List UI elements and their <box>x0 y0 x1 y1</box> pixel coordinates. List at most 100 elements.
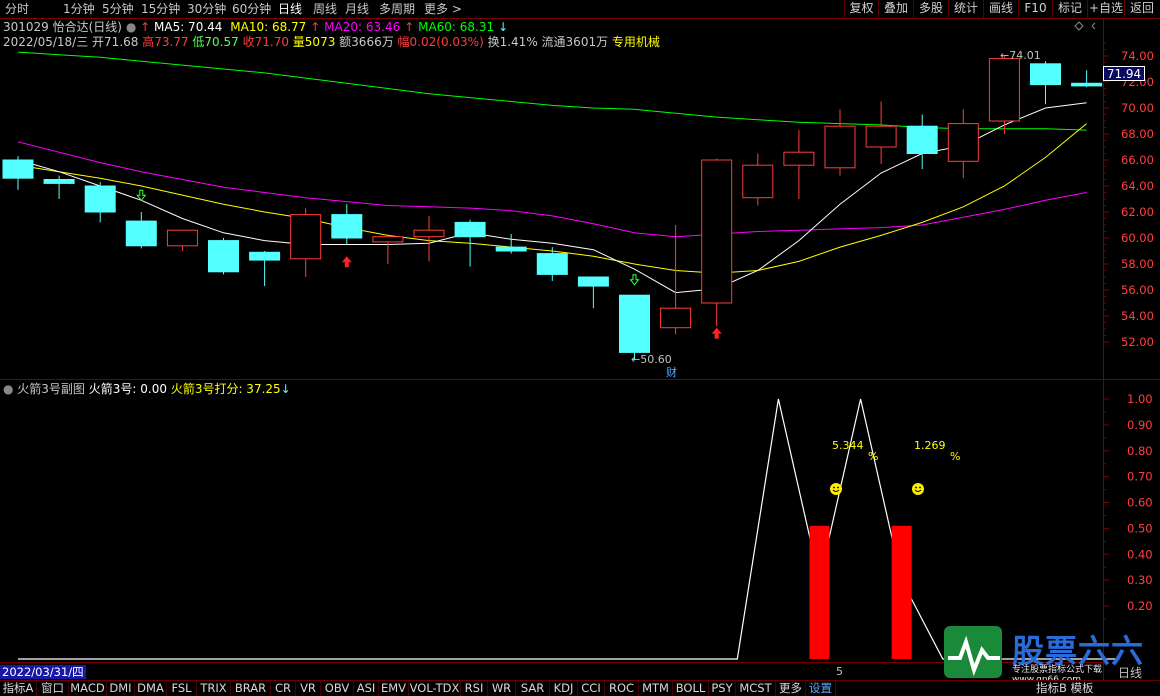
indicator-tab-21[interactable]: BOLL <box>673 681 709 696</box>
indicator-tab-17[interactable]: KDJ <box>550 681 578 696</box>
toolbar-button-8[interactable]: 返回 <box>1124 0 1159 18</box>
settings-dot-icon[interactable]: ● <box>3 382 17 396</box>
toolbar-button-2[interactable]: 多股 <box>913 0 948 18</box>
indicator-tab-6[interactable]: TRIX <box>197 681 231 696</box>
toolbar-button-6[interactable]: 标记 <box>1052 0 1087 18</box>
diamond-icon <box>1074 21 1084 31</box>
template-button[interactable]: 模板 <box>1071 681 1094 695</box>
indicator-tab-24[interactable]: 更多 <box>776 681 806 696</box>
indicator-tab-2[interactable]: MACD <box>69 681 107 696</box>
price-label: 52.00 <box>1121 335 1154 349</box>
indicator-tab-4[interactable]: DMA <box>135 681 167 696</box>
indicator-tab-13[interactable]: VOL-TDX <box>409 681 461 696</box>
cursor-date-box: 2022/03/31/四 <box>0 665 86 679</box>
candle-body <box>701 159 733 304</box>
ma60-line <box>17 51 1087 131</box>
price-label: 54.00 <box>1121 309 1154 323</box>
candle-body <box>906 125 938 154</box>
toolbar-button-7[interactable]: +自选 <box>1087 0 1124 18</box>
ma20-value: MA20: 63.46 <box>324 20 401 34</box>
down-arrow-icon: ↓ <box>280 382 291 396</box>
candle <box>495 234 527 254</box>
kline-chart[interactable]: ←74.01←50.60财 5.344%1.269% 74.0072.0070.… <box>0 0 1160 696</box>
stock-quote-line: 2022/05/18/三 开71.68 高73.77 低70.57 收71.70… <box>3 34 660 50</box>
period-tab-9[interactable]: 多周期 <box>379 1 415 17</box>
indicator-tab-14[interactable]: RSI <box>461 681 488 696</box>
indicator-tabbar: 指标A 窗口 MACD DMI DMA FSL TRIX BRAR CR VR OBV ASI EMV V… <box>0 680 1160 696</box>
smiley-face <box>830 483 842 495</box>
candle-body <box>84 185 116 213</box>
indicator-tab-3[interactable]: DMI <box>107 681 135 696</box>
candle <box>413 215 445 262</box>
indicator-tab-10[interactable]: OBV <box>321 681 354 696</box>
candle <box>824 109 856 176</box>
indicator-tab-8[interactable]: CR <box>271 681 296 696</box>
candle-body <box>1030 63 1061 86</box>
sell-arrow-icon <box>629 274 640 286</box>
indicator-tab-20[interactable]: MTM <box>639 681 673 696</box>
period-tab-7[interactable]: 周线 <box>313 1 337 17</box>
indicator-tab-23[interactable]: MCST <box>736 681 776 696</box>
indicator-tab-18[interactable]: CCI <box>578 681 605 696</box>
candle <box>701 158 733 327</box>
price-label: 68.00 <box>1121 127 1154 141</box>
candle <box>906 114 938 170</box>
indicator-b-button[interactable]: 指标B <box>1036 681 1067 695</box>
indicator-title[interactable]: 火箭3号副图 <box>17 382 85 396</box>
candle-body <box>249 251 281 261</box>
up-arrow-icon: ↑ <box>140 20 154 34</box>
smiley-icon <box>912 483 924 495</box>
indicator-tab-22[interactable]: PSY <box>709 681 736 696</box>
indicator-tab-5[interactable]: FSL <box>167 681 197 696</box>
indicator-tab-9[interactable]: VR <box>296 681 321 696</box>
indicator-tab-25[interactable]: 设置 <box>806 681 836 696</box>
indicator-info-line: ● 火箭3号副图 火箭3号: 0.00 火箭3号打分: 37.25↓ <box>3 381 291 397</box>
candle <box>2 156 34 190</box>
percent-sign-2: % <box>950 450 960 463</box>
percent-value-1: 5.344 <box>832 439 864 452</box>
period-tab-8[interactable]: 月线 <box>345 1 369 17</box>
period-tab-4[interactable]: 30分钟 <box>187 1 226 17</box>
indicator-tab-0[interactable]: 指标A <box>0 681 37 696</box>
quote-industry[interactable]: 专用机械 <box>612 35 660 49</box>
period-tab-6[interactable]: 日线 <box>278 1 302 17</box>
toolbar-button-0[interactable]: 复权 <box>844 0 878 18</box>
candle <box>660 225 692 335</box>
ind-label: 0.30 <box>1127 573 1153 587</box>
period-tab-2[interactable]: 5分钟 <box>102 1 134 17</box>
period-tab-5[interactable]: 60分钟 <box>232 1 271 17</box>
candle <box>454 219 486 267</box>
period-tab-1[interactable]: 1分钟 <box>63 1 95 17</box>
candle-body <box>125 220 157 247</box>
indicator-tab-12[interactable]: EMV <box>379 681 409 696</box>
price-label: 74.00 <box>1121 49 1154 63</box>
indicator-tab-15[interactable]: WR <box>488 681 516 696</box>
indicator-tab-7[interactable]: BRAR <box>231 681 271 696</box>
period-tab-10[interactable]: 更多 > <box>424 1 462 17</box>
toolbar-button-4[interactable]: 画线 <box>983 0 1018 18</box>
candle-body <box>865 125 897 148</box>
stock-code-name[interactable]: 301029 怡合达(日线) <box>3 20 122 34</box>
toolbar-button-5[interactable]: F10 <box>1018 0 1052 18</box>
candle <box>619 294 650 361</box>
quote-date: 2022/05/18/三 <box>3 35 89 49</box>
candle <box>125 212 157 249</box>
candle-body <box>947 123 979 162</box>
indicator-value2: 火箭3号打分: 37.25 <box>170 382 281 396</box>
indicator-bar <box>809 525 830 659</box>
period-tab-3[interactable]: 15分钟 <box>141 1 180 17</box>
smiley-eye <box>919 486 921 489</box>
ind-label: 1.00 <box>1127 392 1153 406</box>
candle-body <box>43 179 75 184</box>
settings-dot-icon[interactable]: ● <box>126 20 140 34</box>
indicator-tab-1[interactable]: 窗口 <box>37 681 69 696</box>
stock-ma-line: 301029 怡合达(日线) ● ↑ MA5: 70.44 MA10: 68.7… <box>3 20 509 34</box>
indicator-tab-16[interactable]: SAR <box>516 681 550 696</box>
toolbar-button-3[interactable]: 统计 <box>948 0 983 18</box>
period-tab-0[interactable]: 分时 <box>5 1 29 17</box>
candle <box>372 234 404 264</box>
indicator-tab-11[interactable]: ASI <box>354 681 379 696</box>
toolbar-button-1[interactable]: 叠加 <box>878 0 913 18</box>
indicator-tab-19[interactable]: ROC <box>605 681 639 696</box>
ind-label: 0.90 <box>1127 418 1153 432</box>
